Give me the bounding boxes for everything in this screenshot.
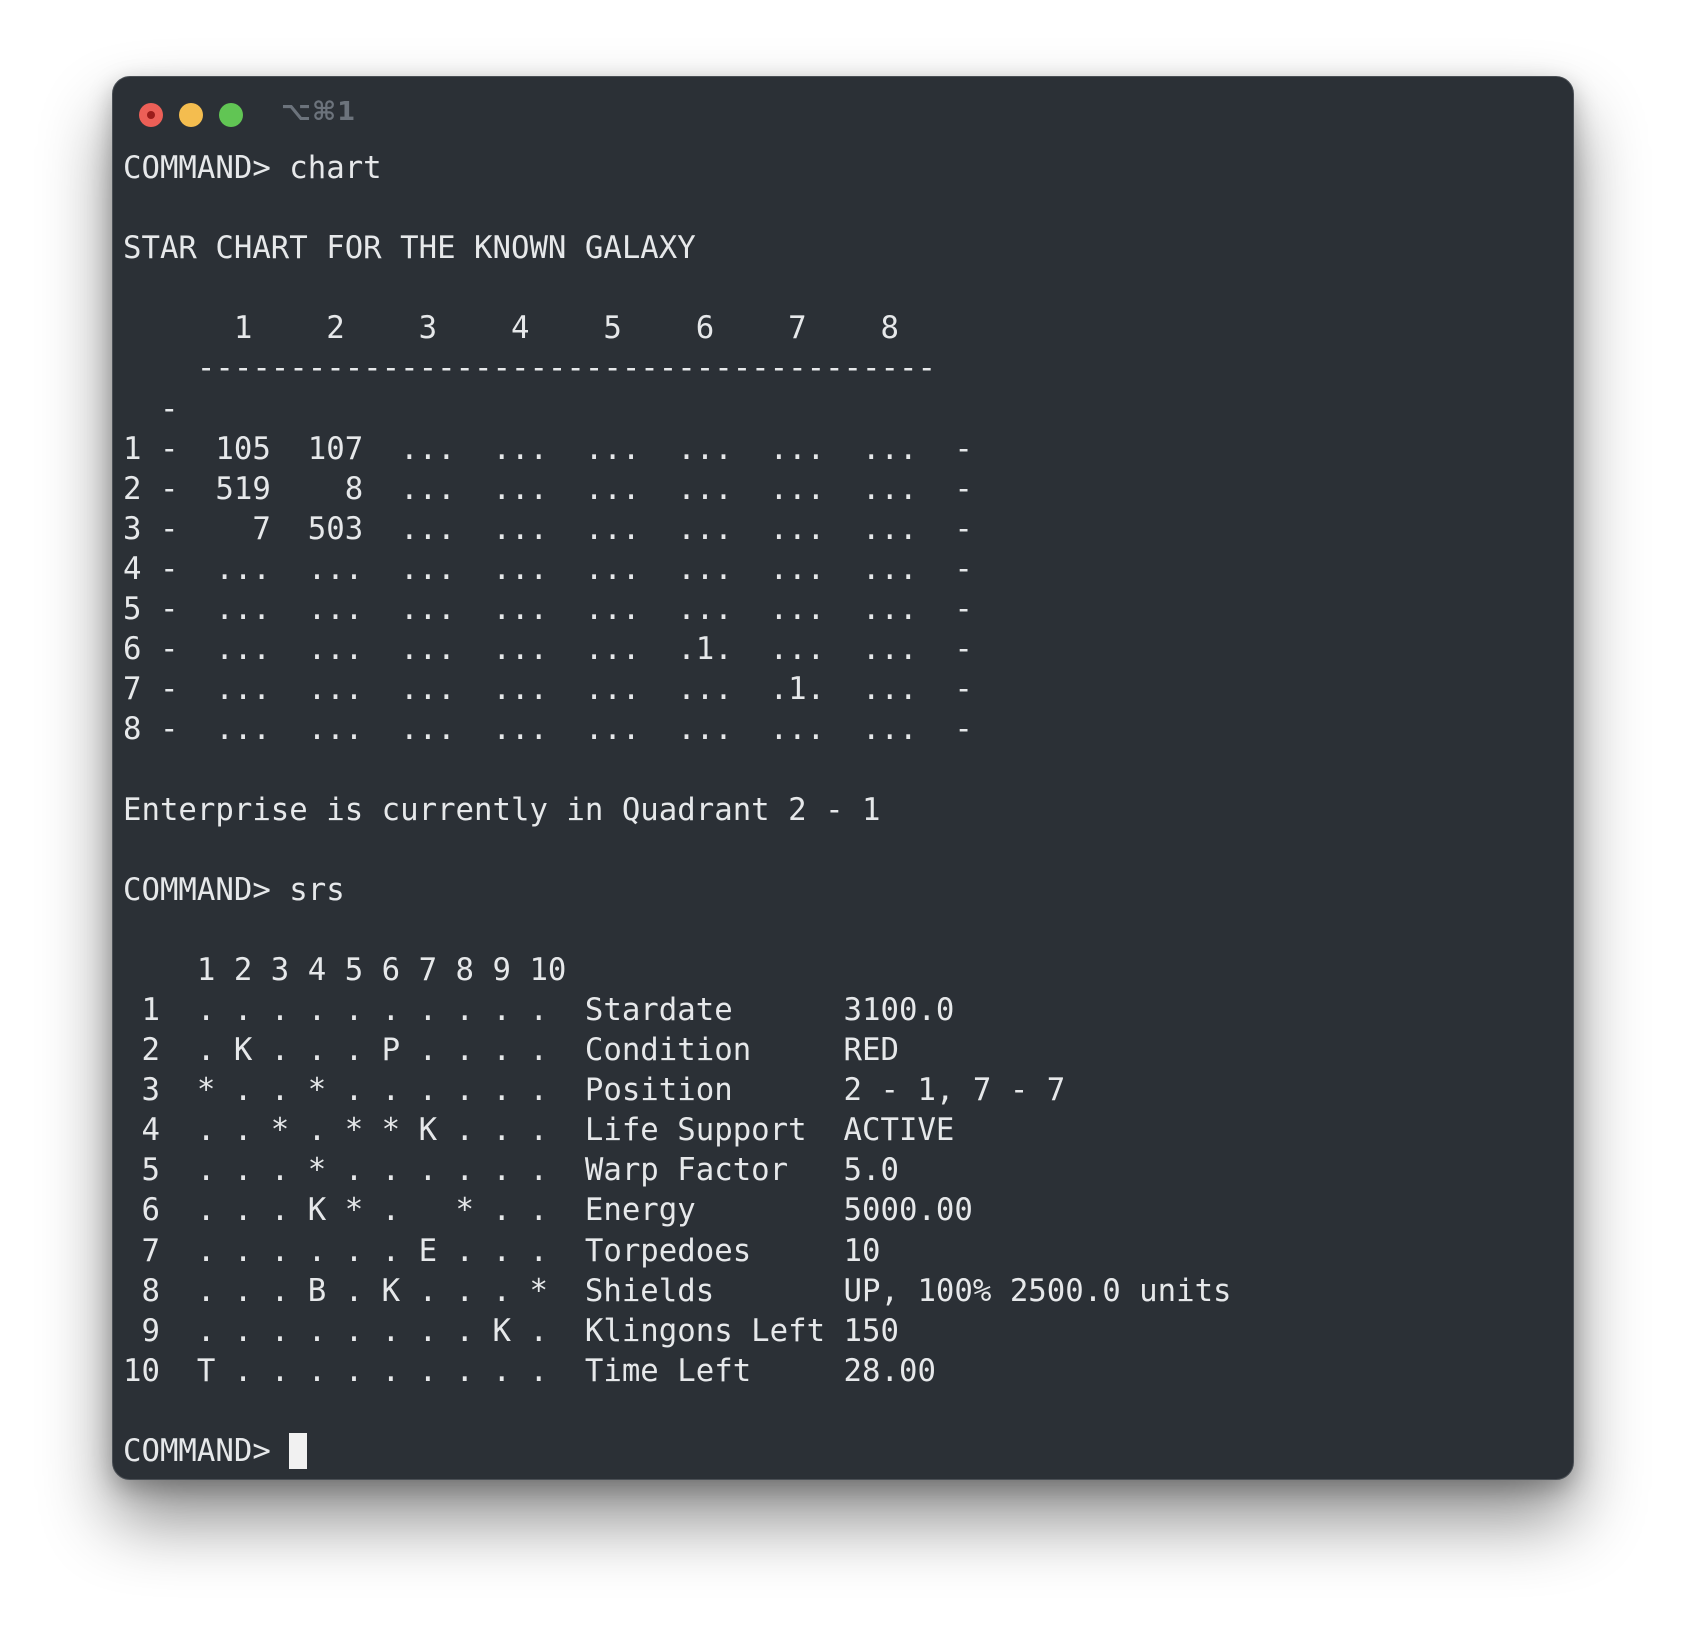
terminal-line: Enterprise is currently in Quadrant 2 - …	[123, 792, 881, 828]
terminal-output[interactable]: COMMAND> chart STAR CHART FOR THE KNOWN G…	[123, 149, 1563, 1469]
terminal-line: 3 - 7 503 ... ... ... ... ... ... -	[123, 511, 973, 547]
terminal-line: 8 . . . B . K . . . * Shields UP, 100% 2…	[123, 1273, 1232, 1309]
minimize-button[interactable]	[179, 103, 203, 127]
title-bar: ⌥⌘1	[113, 77, 1573, 147]
terminal-line: 6 . . . K * . * . . Energy 5000.00	[123, 1193, 973, 1229]
zoom-button[interactable]	[219, 103, 243, 127]
terminal-line: STAR CHART FOR THE KNOWN GALAXY	[123, 231, 696, 267]
terminal-line: COMMAND> chart	[123, 151, 382, 186]
terminal-line: 9 . . . . . . . . K . Klingons Left 150	[123, 1313, 899, 1349]
terminal-line: 7 . . . . . . E . . . Torpedoes 10	[123, 1233, 881, 1269]
terminal-line: COMMAND> srs	[123, 872, 345, 908]
terminal-line: 7 - ... ... ... ... ... ... .1. ... -	[123, 672, 973, 708]
terminal-line: ----------------------------------------	[123, 351, 936, 387]
terminal-line: 2 - 519 8 ... ... ... ... ... ... -	[123, 471, 973, 507]
terminal-line: -	[123, 391, 179, 427]
terminal-window: ⌥⌘1 COMMAND> chart STAR CHART FOR THE KNO…	[112, 76, 1574, 1480]
command-prompt: COMMAND>	[123, 1434, 290, 1469]
terminal-line: 6 - ... ... ... ... ... .1. ... ... -	[123, 632, 973, 668]
terminal-line: 1 - 105 107 ... ... ... ... ... ... -	[123, 431, 973, 467]
terminal-line: 1 2 3 4 5 6 7 8	[123, 311, 899, 347]
terminal-line: 8 - ... ... ... ... ... ... ... ... -	[123, 712, 973, 748]
command-prompt-line[interactable]: COMMAND>	[123, 1432, 1563, 1469]
text-cursor	[289, 1433, 308, 1469]
terminal-line: 5 . . . * . . . . . . Warp Factor 5.0	[123, 1153, 899, 1189]
terminal-line: 10 T . . . . . . . . . Time Left 28.00	[123, 1353, 936, 1389]
terminal-line: 4 . . * . * * K . . . Life Support ACTIV…	[123, 1113, 955, 1149]
terminal-line: 5 - ... ... ... ... ... ... ... ... -	[123, 592, 973, 628]
terminal-line: 4 - ... ... ... ... ... ... ... ... -	[123, 551, 973, 587]
close-button[interactable]	[139, 103, 163, 127]
terminal-line: 1 2 3 4 5 6 7 8 9 10	[123, 952, 567, 988]
window-shortcut-label: ⌥⌘1	[281, 97, 357, 127]
terminal-line: 2 . K . . . P . . . . Condition RED	[123, 1033, 899, 1069]
terminal-line: 3 * . . * . . . . . . Position 2 - 1, 7 …	[123, 1073, 1066, 1109]
terminal-line: 1 . . . . . . . . . . Stardate 3100.0	[123, 992, 955, 1028]
